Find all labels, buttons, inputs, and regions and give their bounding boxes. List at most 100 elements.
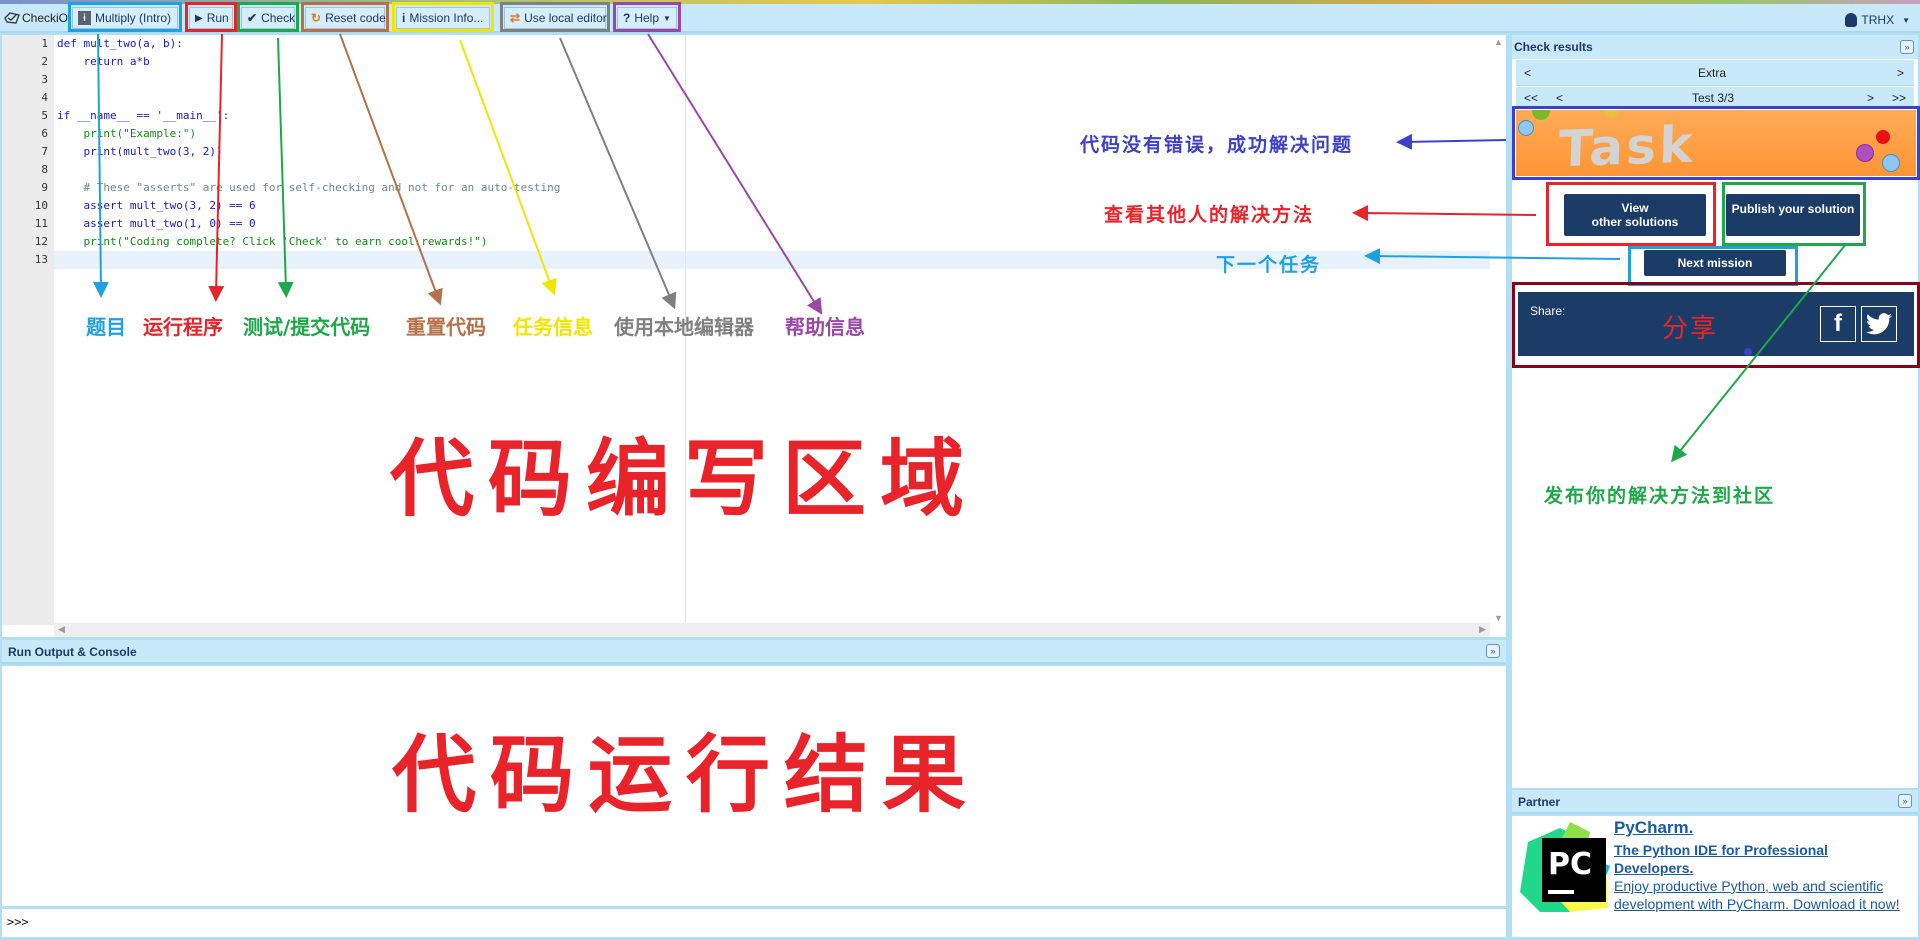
line-number: 2 — [41, 55, 48, 68]
pycharm-logo-text: PC — [1548, 847, 1592, 882]
check-results-title: Check results — [1514, 40, 1593, 54]
decor-ball — [1882, 154, 1900, 172]
code-line[interactable]: return a*b — [57, 55, 149, 68]
code-line[interactable]: print(mult_two(3, 2)) — [57, 145, 222, 158]
scroll-left-icon[interactable]: ◀ — [58, 624, 65, 635]
pycharm-tagline-link[interactable]: Developers. — [1614, 860, 1693, 876]
toolbar: CheckiO i Multiply (Intro) ▶ Run ✔ Check… — [0, 4, 1920, 33]
facebook-icon: f — [1834, 310, 1842, 337]
partner-title: Partner — [1518, 795, 1561, 809]
info-small-icon: i — [402, 11, 406, 25]
run-label: Run — [206, 11, 229, 25]
view-other-solutions-button[interactable]: View other solutions — [1564, 194, 1706, 236]
line-number: 9 — [41, 181, 48, 194]
caret-down-icon: ▼ — [663, 13, 671, 23]
last-test-button[interactable]: >> — [1892, 91, 1906, 105]
line-number: 12 — [34, 235, 48, 248]
annotation-task-solved: 代码没有错误，成功解决问题 — [1080, 134, 1354, 156]
code-line[interactable]: print("Coding complete? Click 'Check' to… — [57, 235, 487, 248]
code-line[interactable]: print("Example:") — [57, 127, 196, 140]
annotation-run: 运行程序 — [143, 315, 223, 339]
category-nav: < Extra > — [1516, 60, 1914, 86]
annotation-editor-area: 代码编写区域 — [390, 429, 979, 528]
code-line[interactable]: def mult_two(a, b): — [57, 37, 183, 50]
mission-button[interactable]: i Multiply (Intro) — [72, 7, 178, 29]
publish-solution-button[interactable]: Publish your solution — [1726, 194, 1860, 236]
publish-label: Publish your solution — [1731, 202, 1855, 216]
line-number: 13 — [34, 253, 48, 266]
share-label: Share: — [1530, 304, 1566, 318]
console-input[interactable]: >>> — [2, 909, 1506, 937]
info-icon: i — [78, 11, 91, 25]
user-menu[interactable]: TRHX ▼ — [1845, 13, 1910, 27]
line-number: 5 — [41, 109, 48, 122]
next-category-button[interactable]: > — [1897, 66, 1904, 80]
caret-down-icon: ▼ — [1902, 15, 1910, 25]
annotation-info: 任务信息 — [513, 315, 593, 339]
annotation-check: 测试/提交代码 — [243, 315, 371, 339]
decor-ball — [1518, 120, 1534, 136]
check-button[interactable]: ✔ Check — [241, 7, 295, 29]
facebook-share-button[interactable]: f — [1820, 306, 1856, 342]
line-number: 3 — [41, 73, 48, 86]
horizontal-scrollbar[interactable]: ◀ ▶ — [54, 623, 1490, 637]
expand-icon[interactable]: » — [1900, 40, 1914, 54]
annotation-share: 分享 — [1662, 314, 1719, 344]
task-solved-banner: Task solved! — [1516, 110, 1916, 176]
output-title: Run Output & Console — [8, 645, 137, 659]
code-line[interactable]: assert mult_two(3, 2) == 6 — [57, 199, 255, 212]
vertical-scrollbar[interactable]: ▲ ▼ — [1490, 35, 1506, 625]
checkio-logo-icon — [4, 12, 20, 24]
next-test-button[interactable]: > — [1867, 91, 1874, 105]
help-label: Help — [634, 11, 660, 25]
view-solutions-line1: View — [1621, 201, 1649, 215]
user-head-icon — [1845, 13, 1858, 27]
scroll-right-icon[interactable]: ▶ — [1479, 624, 1486, 635]
test-counter: Test 3/3 — [1692, 91, 1735, 105]
username: TRHX — [1861, 13, 1895, 27]
annotation-help: 帮助信息 — [785, 315, 865, 339]
mission-info-button[interactable]: i Mission Info... — [396, 7, 490, 29]
annotation-output-area: 代码运行结果 — [392, 725, 981, 824]
run-button[interactable]: ▶ Run — [189, 7, 233, 29]
mission-info-label: Mission Info... — [409, 11, 484, 25]
annotation-local-editor: 使用本地编辑器 — [614, 315, 754, 339]
check-label: Check — [261, 11, 296, 25]
decor-ball — [1604, 110, 1618, 118]
line-number: 10 — [34, 199, 48, 212]
next-mission-button[interactable]: Next mission — [1644, 250, 1786, 276]
pycharm-desc-link[interactable]: development with PyCharm. Download it no… — [1614, 896, 1900, 912]
view-solutions-line2: other solutions — [1591, 215, 1679, 229]
prev-test-button[interactable]: < — [1556, 91, 1563, 105]
code-line[interactable]: if __name__ == '__main__': — [57, 109, 229, 122]
reset-icon: ↻ — [311, 11, 322, 25]
code-line[interactable]: assert mult_two(1, 0) == 0 — [57, 217, 255, 230]
code-line[interactable]: # These "asserts" are used for self-chec… — [57, 181, 560, 194]
reset-code-button[interactable]: ↻ Reset code — [305, 7, 386, 29]
annotation-publish: 发布你的解决方法到社区 — [1544, 485, 1776, 507]
category-label: Extra — [1698, 66, 1727, 80]
twitter-share-button[interactable] — [1861, 306, 1897, 342]
local-editor-button[interactable]: ⇄ Use local editor — [504, 7, 607, 29]
next-mission-label: Next mission — [1677, 256, 1753, 270]
partner-ad: PC PyCharm. The Python IDE for Professio… — [1512, 816, 1918, 937]
line-number: 7 — [41, 145, 48, 158]
collapse-icon[interactable]: » — [1486, 644, 1500, 658]
pycharm-desc-link[interactable]: Enjoy productive Python, web and scienti… — [1614, 878, 1883, 894]
prev-category-button[interactable]: < — [1524, 66, 1531, 80]
line-number: 11 — [34, 217, 48, 230]
scroll-up-icon[interactable]: ▲ — [1494, 37, 1503, 47]
code-editor[interactable]: 1 2 3 4 5 6 7 8 9 10 11 12 13 def mult_t… — [2, 35, 1506, 637]
pycharm-link[interactable]: PyCharm. — [1614, 818, 1693, 838]
pycharm-tagline-link[interactable]: The Python IDE for Professional — [1614, 842, 1828, 858]
annotation-reset: 重置代码 — [406, 315, 486, 339]
mission-label: Multiply (Intro) — [95, 11, 172, 25]
pycharm-logo-icon[interactable]: PC — [1520, 822, 1620, 914]
help-button[interactable]: ? Help ▼ — [617, 7, 677, 29]
swap-arrows-icon: ⇄ — [510, 11, 521, 25]
first-test-button[interactable]: << — [1524, 91, 1538, 105]
scroll-down-icon[interactable]: ▼ — [1494, 613, 1503, 623]
play-icon: ▶ — [195, 12, 203, 24]
collapse-icon[interactable]: » — [1898, 794, 1912, 808]
logo[interactable]: CheckiO — [4, 11, 68, 25]
